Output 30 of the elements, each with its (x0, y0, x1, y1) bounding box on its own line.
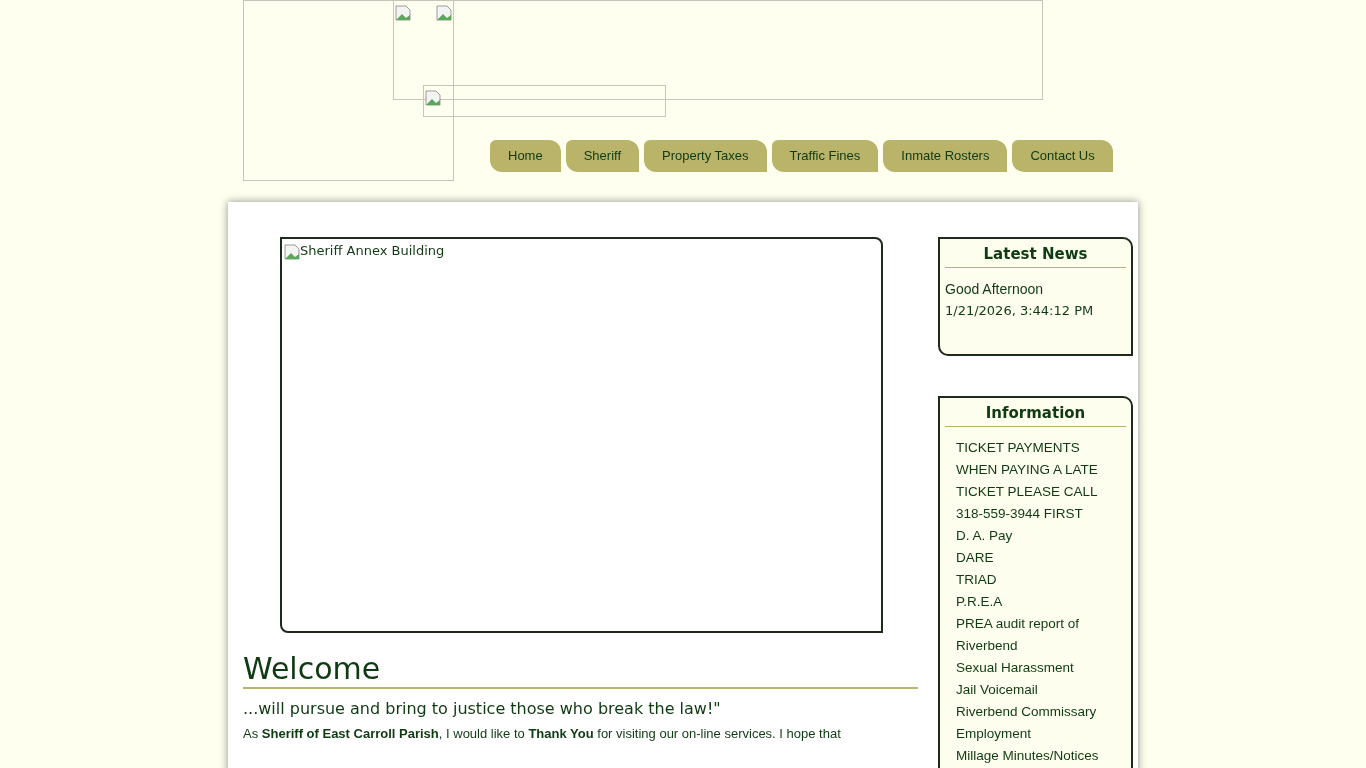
broken-image-icon (284, 243, 300, 260)
broken-image-icon (395, 4, 411, 21)
image-alt-text: Sheriff Annex Building (300, 242, 445, 260)
date-time-text: 1/21/2026, 3:44:12 PM (945, 301, 1095, 320)
greeting-text: Good Afternoon (945, 279, 1045, 299)
nav-tab[interactable]: Traffic Fines (771, 140, 879, 172)
nav-tab[interactable]: Sheriff (565, 140, 640, 172)
panel-title: Latest News (945, 243, 1126, 268)
info-link[interactable]: Sexual Harassment (956, 656, 1121, 679)
welcome-heading: Welcome (243, 651, 918, 689)
tagline: ...will pursue and bring to justice those who break the law!" (243, 699, 722, 719)
info-link[interactable]: DARE (956, 546, 1121, 569)
info-link[interactable]: Employment (956, 722, 1121, 745)
info-link[interactable]: WHEN PAYING A LATE TICKET PLEASE CALL 318-559-3944 FIRST (956, 458, 1121, 525)
nav-tab[interactable]: Contact Us (1012, 140, 1113, 172)
nav-tab[interactable]: Property Taxes (644, 140, 767, 172)
info-link[interactable]: PREA audit report of Riverbend (956, 612, 1121, 657)
nav-tab[interactable]: Home (490, 140, 561, 172)
info-link[interactable]: TRIAD (956, 568, 1121, 591)
info-link[interactable]: P.R.E.A (956, 590, 1121, 613)
info-link[interactable]: Jail Voicemail (956, 678, 1121, 701)
broken-image-icon (425, 89, 441, 106)
welcome-paragraph: As Sheriff of East Carroll Parish, I would like to Thank You for visiting our on-line services. I hope that (243, 726, 842, 743)
nav-tab[interactable]: Inmate Rosters (883, 140, 1008, 172)
broken-image-icon (436, 4, 452, 21)
info-link[interactable]: D. A. Pay (956, 524, 1121, 547)
info-link[interactable]: TICKET PAYMENTS (956, 436, 1121, 459)
info-link[interactable]: Millage Minutes/Notices (956, 744, 1121, 767)
panel-title: Information (945, 402, 1126, 427)
info-link[interactable]: Riverbend Commissary (956, 700, 1121, 723)
